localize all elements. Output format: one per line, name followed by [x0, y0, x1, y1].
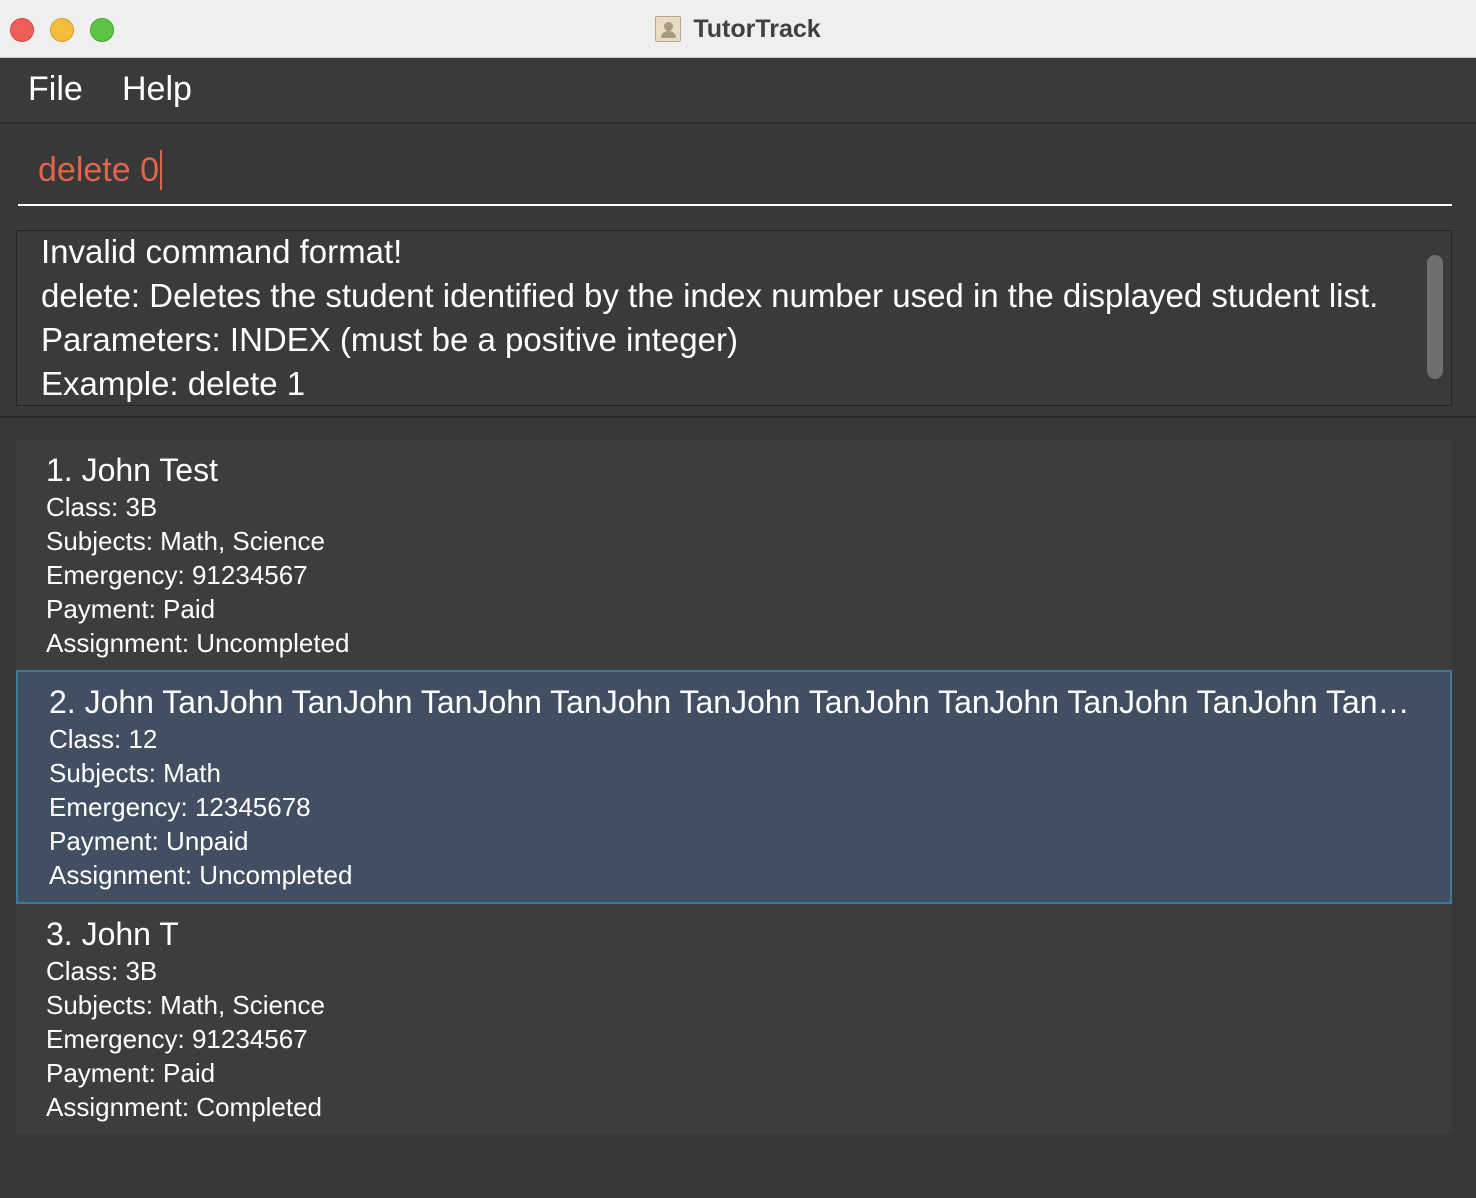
student-emergency: Emergency: 91234567: [46, 1024, 308, 1054]
command-text: delete 0: [38, 150, 159, 189]
window-title: TutorTrack: [693, 14, 821, 43]
student-class: Class: 3B: [46, 492, 158, 522]
text-caret: [160, 150, 162, 190]
menu-file[interactable]: File: [24, 70, 87, 109]
student-emergency: Emergency: 12345678: [49, 792, 311, 822]
result-display[interactable]: Invalid command format! delete: Deletes …: [16, 230, 1452, 406]
app-window: TutorTrack File Help delete 0 Invalid co…: [0, 0, 1476, 1198]
student-assignment: Assignment: Uncompleted: [46, 628, 350, 658]
student-subjects: Subjects: Math, Science: [46, 990, 325, 1020]
result-line: delete: Deletes the student identified b…: [41, 277, 1379, 314]
student-subjects: Subjects: Math, Science: [46, 526, 325, 556]
student-name: 3. John T: [46, 916, 179, 952]
student-payment: Payment: Paid: [46, 594, 216, 624]
app-contact-icon: [655, 16, 682, 42]
student-list: 1. John Test Class: 3B Subjects: Math, S…: [0, 418, 1476, 1198]
student-subjects: Subjects: Math: [49, 758, 221, 788]
window-title-group: TutorTrack: [0, 12, 1476, 46]
result-line: Invalid command format!: [41, 233, 403, 270]
student-assignment: Assignment: Uncompleted: [49, 860, 353, 890]
result-scrollbar-thumb[interactable]: [1427, 255, 1443, 379]
result-display-area: Invalid command format! delete: Deletes …: [0, 220, 1476, 418]
command-text-wrap: delete 0: [38, 150, 162, 190]
student-payment: Payment: Paid: [46, 1058, 216, 1088]
menu-help[interactable]: Help: [118, 70, 196, 109]
student-class: Class: 12: [49, 724, 158, 754]
student-emergency: Emergency: 91234567: [46, 560, 308, 590]
result-line: Example: delete 1: [41, 365, 306, 402]
result-line: Parameters: INDEX (must be a positive in…: [41, 321, 738, 358]
student-payment: Payment: Unpaid: [49, 826, 249, 856]
student-name: 1. John Test: [46, 452, 218, 488]
student-card[interactable]: 1. John Test Class: 3B Subjects: Math, S…: [16, 440, 1452, 670]
student-card-selected[interactable]: 2. John TanJohn TanJohn TanJohn TanJohn …: [16, 670, 1452, 904]
student-assignment: Assignment: Completed: [46, 1092, 323, 1122]
title-bar: TutorTrack: [0, 0, 1476, 58]
menu-bar: File Help: [0, 58, 1476, 124]
student-card[interactable]: 3. John T Class: 3B Subjects: Math, Scie…: [16, 904, 1452, 1134]
student-name: 2. John TanJohn TanJohn TanJohn TanJohn …: [49, 684, 1419, 720]
student-class: Class: 3B: [46, 956, 158, 986]
command-input[interactable]: delete 0: [18, 124, 1452, 206]
command-box-area: delete 0: [0, 124, 1476, 220]
